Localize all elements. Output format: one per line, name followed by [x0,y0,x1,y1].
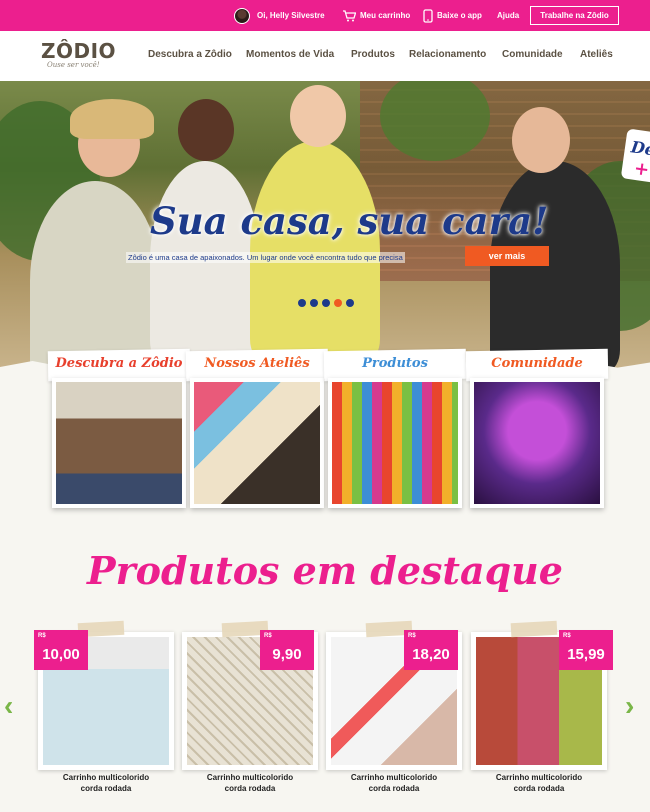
price-tag: R$ 15,99 [559,630,613,670]
carousel-dot[interactable] [346,299,354,307]
person-figure [30,181,160,371]
person-head [290,85,346,147]
nav-momentos[interactable]: Momentos de Vida [246,49,334,60]
category-label: Comunidade [491,356,583,371]
carousel-dot[interactable] [334,299,342,307]
person-head [512,107,570,173]
hero-banner: De + Sua casa, sua cara! Zôdio é uma cas… [0,81,650,371]
carousel-dot[interactable] [322,299,330,307]
cart-link[interactable]: Meu carrinho [342,0,410,31]
product-card[interactable]: R$ 18,20 [326,620,462,770]
category-card-comunidade[interactable]: Comunidade [465,348,609,510]
logo[interactable]: ZÔDIO Ouse ser você! [41,39,116,69]
product-name[interactable]: Carrinho multicolorido corda rodada [326,772,462,794]
nav-ateliers[interactable]: Ateliês [580,49,613,60]
category-card-descubra[interactable]: Descubra a Zôdio [47,348,191,510]
category-card-produtos[interactable]: Produtos [323,348,467,510]
help-label: Ajuda [497,11,520,20]
person-figure [250,141,380,361]
price-value: 15,99 [567,646,605,663]
featured-title: Produtos em destaque [87,548,563,593]
top-bar: Oi, Helly Silvestre Meu carrinho Baixe o… [0,0,650,31]
product-name[interactable]: Carrinho multicolorido corda rodada [38,772,174,794]
chevron-right-icon[interactable]: › [625,690,634,722]
person-figure [490,161,620,371]
category-photo [328,378,462,508]
side-tab-label: De [629,137,650,160]
price-value: 18,20 [412,646,450,663]
cart-label: Meu carrinho [360,11,411,20]
price-value: 9,90 [272,646,302,663]
category-label: Descubra a Zôdio [55,356,183,371]
plus-icon: + [632,157,650,181]
nav-produtos[interactable]: Produtos [351,49,395,60]
currency: R$ [563,633,571,639]
product-card[interactable]: R$ 10,00 [34,620,174,770]
category-label: Nossos Ateliês [204,356,310,371]
price-value: 10,00 [42,646,80,663]
product-card[interactable]: R$ 15,99 [471,620,613,770]
person-head [178,99,234,161]
hero-subtitle: Zôdio é uma casa de apaixonados. Um luga… [126,252,405,263]
price-tag: R$ 18,20 [404,630,458,670]
nav-comunidade[interactable]: Comunidade [502,49,563,60]
category-photo [470,378,604,508]
category-label: Produtos [362,356,428,371]
category-photo [190,378,324,508]
product-card[interactable]: R$ 9,90 [182,620,318,770]
app-label: Baixe o app [437,11,482,20]
category-photo [52,378,186,508]
price-tag: R$ 10,00 [34,630,88,670]
main-header: ZÔDIO Ouse ser você! Descubra a Zôdio Mo… [0,31,650,83]
avatar [234,7,250,24]
hero-cta-button[interactable]: ver mais [465,246,549,266]
currency: R$ [408,633,416,639]
carousel-dot[interactable] [310,299,318,307]
app-link[interactable]: Baixe o app [423,0,482,31]
category-card-ateliers[interactable]: Nossos Ateliês [185,348,329,510]
nav-descubra[interactable]: Descubra a Zôdio [148,49,232,60]
chevron-left-icon[interactable]: ‹ [4,690,13,722]
carousel-dots [298,299,354,307]
work-with-us-button[interactable]: Trabalhe na Zôdio [530,6,619,25]
cart-icon [343,9,356,21]
greeting: Oi, Helly Silvestre [257,11,325,20]
currency: R$ [264,633,272,639]
straw-hat [70,99,154,139]
price-tag: R$ 9,90 [260,630,314,670]
product-name[interactable]: Carrinho multicolorido corda rodada [471,772,607,794]
currency: R$ [38,633,46,639]
phone-icon [423,8,433,23]
account-link[interactable]: Oi, Helly Silvestre [234,0,325,31]
carousel-dot[interactable] [298,299,306,307]
product-name[interactable]: Carrinho multicolorido corda rodada [182,772,318,794]
nav-relacionamento[interactable]: Relacionamento [409,49,486,60]
logo-text: ZÔDIO [41,39,117,63]
help-link[interactable]: Ajuda [497,0,519,31]
hero-title: Sua casa, sua cara! [150,199,549,243]
